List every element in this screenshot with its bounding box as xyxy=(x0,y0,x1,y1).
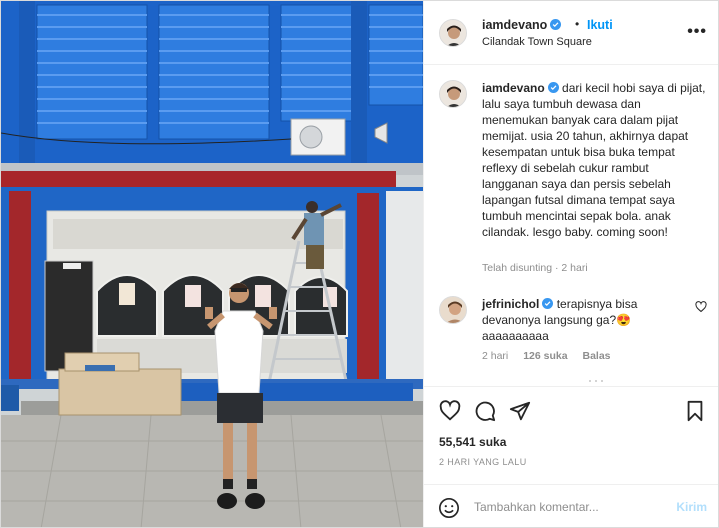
post-date: 2 HARI YANG LALU xyxy=(439,457,527,467)
comment-icon[interactable] xyxy=(474,400,496,422)
post-actions: 55,541 suka 2 HARI YANG LALU xyxy=(424,386,718,484)
post-header: iamdevano • Ikuti Cilandak Town Square •… xyxy=(424,1,718,65)
author-username-text[interactable]: iamdevano xyxy=(482,18,547,32)
caption-text-block: iamdevano dari kecil hobi saya di pijat,… xyxy=(482,80,707,240)
caption-meta: Telah disunting · 2 hari xyxy=(482,262,588,274)
post-side-panel: iamdevano • Ikuti Cilandak Town Square •… xyxy=(423,1,718,527)
commenter-avatar-image xyxy=(440,297,466,323)
caption-avatar[interactable] xyxy=(439,80,467,108)
comment-like-heart-icon[interactable] xyxy=(695,301,707,313)
caption-text: dari kecil hobi saya di pijat, lalu saya… xyxy=(482,81,706,239)
comment-meta: 2 hari 126 suka Balas xyxy=(482,350,623,362)
reply-button[interactable]: Balas xyxy=(582,350,610,362)
comment-username[interactable]: jefrinichol xyxy=(482,297,539,311)
caption-username[interactable]: iamdevano xyxy=(482,81,545,95)
author-avatar[interactable] xyxy=(439,19,467,47)
loading-indicator-icon xyxy=(589,380,603,382)
author-avatar-image xyxy=(440,20,466,46)
bookmark-icon[interactable] xyxy=(684,400,706,422)
emoji-icon[interactable] xyxy=(438,497,460,519)
more-options-icon[interactable]: ••• xyxy=(687,23,707,41)
post-photo[interactable] xyxy=(1,1,423,527)
comment-time: 2 hari xyxy=(482,350,509,362)
verified-badge-icon xyxy=(550,19,562,30)
caption-avatar-image xyxy=(440,81,466,107)
comment-likes[interactable]: 126 suka xyxy=(523,350,567,362)
add-comment-bar: Kirim xyxy=(424,484,718,527)
likes-count[interactable]: 55,541 suka xyxy=(439,435,506,449)
comments-list[interactable]: iamdevano dari kecil hobi saya di pijat,… xyxy=(424,65,718,386)
heart-icon[interactable] xyxy=(439,400,461,422)
post-comment-button[interactable]: Kirim xyxy=(676,500,707,514)
post-photo-illustration xyxy=(1,1,423,527)
post-location[interactable]: Cilandak Town Square xyxy=(482,36,592,48)
follow-button[interactable]: Ikuti xyxy=(587,18,613,32)
verified-badge-icon xyxy=(547,82,559,93)
send-icon[interactable] xyxy=(509,400,531,422)
post-dialog: iamdevano • Ikuti Cilandak Town Square •… xyxy=(0,0,719,528)
header-separator: • xyxy=(575,17,580,31)
commenter-avatar[interactable] xyxy=(439,296,467,324)
author-username[interactable]: iamdevano xyxy=(482,18,562,32)
comment-input[interactable] xyxy=(474,496,669,518)
verified-badge-icon xyxy=(542,298,554,309)
comment-text-block: jefrinichol terapisnya bisa devanonya la… xyxy=(482,296,692,344)
